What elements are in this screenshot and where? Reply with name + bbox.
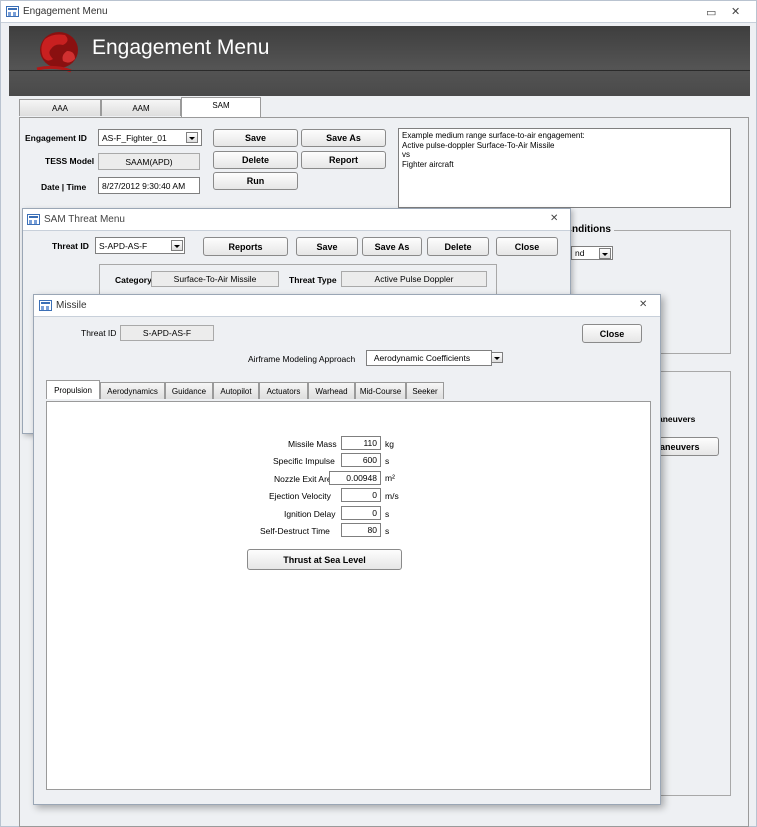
ejection-velocity-unit: m/s [385, 491, 399, 501]
missile-close-button[interactable]: Close [582, 324, 642, 343]
nozzle-exit-area-unit: m² [385, 473, 395, 483]
save-as-button[interactable]: Save As [301, 129, 386, 147]
threat-type-field: Active Pulse Doppler [341, 271, 487, 287]
close-icon[interactable]: ✕ [550, 213, 558, 224]
category-field: Surface-To-Air Missile [151, 271, 279, 287]
airframe-dropdown-icon[interactable] [491, 352, 503, 363]
sam-delete-button[interactable]: Delete [427, 237, 489, 256]
ignition-delay-label: Ignition Delay [284, 509, 336, 519]
ejection-velocity-label: Ejection Velocity [269, 491, 331, 501]
sam-window-title: SAM Threat Menu [44, 214, 125, 225]
tess-model-field: SAAM(APD) [98, 153, 200, 170]
tab-autopilot[interactable]: Autopilot [213, 382, 259, 399]
conditions-group-label: nditions [572, 224, 614, 235]
missile-window: Missile ✕ Threat ID S-APD-AS-F Close Air… [33, 294, 661, 805]
missile-threat-id-label: Threat ID [81, 328, 117, 338]
tab-guidance[interactable]: Guidance [165, 382, 213, 399]
globe-logo-icon [36, 32, 78, 73]
description-line: Active pulse-doppler Surface-To-Air Miss… [402, 140, 555, 150]
sam-threat-id-label: Threat ID [52, 241, 89, 251]
date-time-label: Date | Time [41, 182, 87, 192]
tab-propulsion[interactable]: Propulsion [46, 380, 100, 399]
tab-actuators[interactable]: Actuators [259, 382, 308, 399]
missile-window-title: Missile [56, 300, 87, 311]
ejection-velocity-input[interactable]: 0 [341, 488, 381, 502]
ignition-delay-input[interactable]: 0 [341, 506, 381, 520]
conditions-dropdown-icon[interactable] [599, 248, 611, 259]
missile-mass-unit: kg [385, 439, 394, 449]
form-window-icon [39, 300, 52, 311]
missile-titlebar: Missile ✕ [34, 295, 660, 317]
missile-threat-id-field: S-APD-AS-F [120, 325, 214, 341]
description-line: Example medium range surface-to-air enga… [402, 131, 585, 140]
reports-button[interactable]: Reports [203, 237, 288, 256]
specific-impulse-unit: s [385, 456, 390, 466]
engagement-description[interactable]: Example medium range surface-to-air enga… [398, 128, 731, 208]
engagement-id-dropdown-icon[interactable] [186, 132, 198, 143]
engagement-window-title: Engagement Menu [23, 6, 108, 17]
header-divider [9, 70, 750, 71]
tab-sam[interactable]: SAM [181, 97, 261, 118]
threat-type-label: Threat Type [289, 275, 337, 285]
airframe-select[interactable]: Aerodynamic Coefficients [366, 350, 492, 366]
maneuvers-label: aneuvers [658, 414, 696, 424]
tab-aaa[interactable]: AAA [19, 99, 101, 116]
self-destruct-time-unit: s [385, 526, 390, 536]
close-icon[interactable]: ✕ [731, 5, 740, 18]
engagement-header: Engagement Menu [9, 26, 750, 96]
save-button[interactable]: Save [213, 129, 298, 147]
tess-model-label: TESS Model [45, 156, 95, 166]
self-destruct-time-label: Self-Destruct Time [260, 526, 330, 536]
tab-aam[interactable]: AAM [101, 99, 181, 116]
run-button[interactable]: Run [213, 172, 298, 190]
specific-impulse-label: Specific Impulse [273, 456, 335, 466]
minimize-icon[interactable]: ▭ [706, 6, 718, 19]
sam-close-button[interactable]: Close [496, 237, 558, 256]
sam-save-button[interactable]: Save [296, 237, 358, 256]
tab-seeker[interactable]: Seeker [406, 382, 444, 399]
sam-save-as-button[interactable]: Save As [362, 237, 422, 256]
missile-mass-input[interactable]: 110 [341, 436, 381, 450]
description-line: vs [402, 150, 410, 159]
tab-mid-course[interactable]: Mid-Course [355, 382, 406, 399]
tab-aerodynamics[interactable]: Aerodynamics [100, 382, 165, 399]
tab-warhead[interactable]: Warhead [308, 382, 355, 399]
delete-button[interactable]: Delete [213, 151, 298, 169]
missile-tab-strip: Propulsion Aerodynamics Guidance Autopil… [46, 380, 466, 401]
engagement-titlebar: Engagement Menu ▭ ✕ [1, 1, 756, 23]
form-window-icon [27, 214, 40, 225]
missile-mass-label: Missile Mass [288, 439, 337, 449]
ignition-delay-unit: s [385, 509, 390, 519]
form-window-icon [6, 6, 19, 17]
sam-titlebar: SAM Threat Menu ✕ [23, 209, 570, 231]
airframe-label: Airframe Modeling Approach [248, 354, 356, 364]
self-destruct-time-input[interactable]: 80 [341, 523, 381, 537]
thrust-at-sea-level-button[interactable]: Thrust at Sea Level [247, 549, 402, 570]
description-line: Fighter aircraft [402, 159, 454, 169]
engagement-id-label: Engagement ID [25, 133, 87, 143]
sam-threat-id-dropdown-icon[interactable] [171, 240, 183, 251]
specific-impulse-input[interactable]: 600 [341, 453, 381, 467]
nozzle-exit-area-input[interactable]: 0.00948 [329, 471, 381, 485]
date-time-field[interactable]: 8/27/2012 9:30:40 AM [98, 177, 200, 194]
close-icon[interactable]: ✕ [639, 299, 647, 310]
engagement-header-title: Engagement Menu [92, 36, 270, 59]
main-tab-strip: AAA AAM SAM [19, 97, 261, 118]
category-label: Category [115, 275, 152, 285]
report-button[interactable]: Report [301, 151, 386, 169]
nozzle-exit-area-label: Nozzle Exit Area [274, 474, 337, 484]
